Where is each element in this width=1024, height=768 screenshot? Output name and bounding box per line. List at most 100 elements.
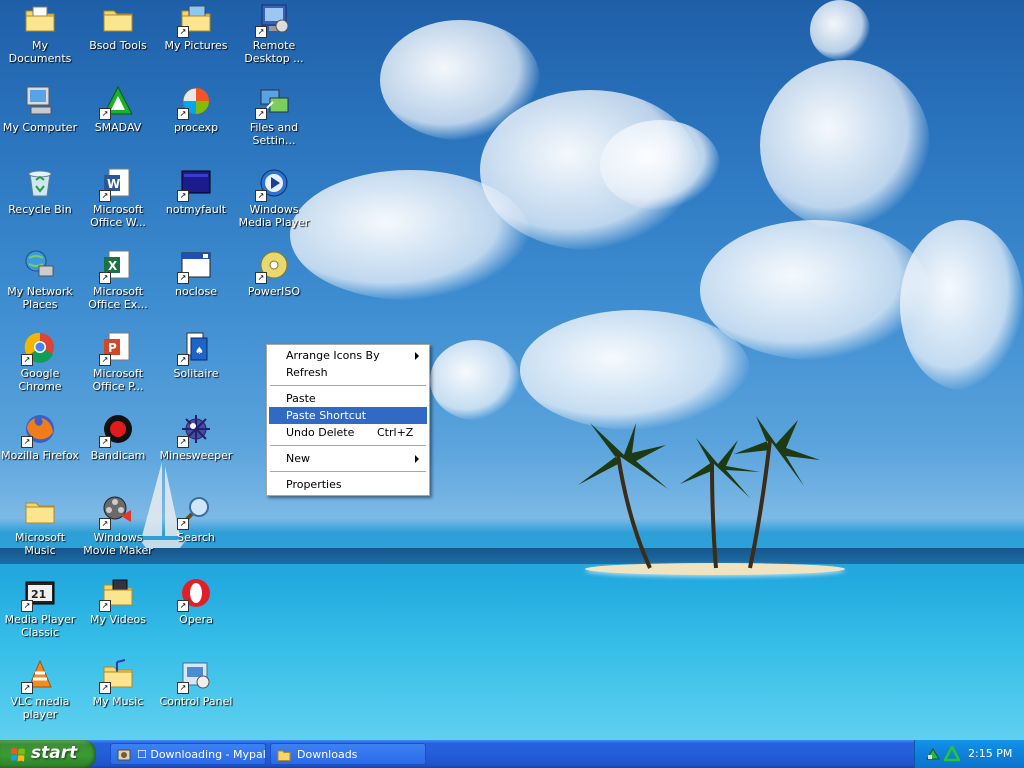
desktop-icon-smadav[interactable]: ↗ SMADAV [78, 82, 158, 162]
desktop-icon-movie-maker[interactable]: ↗ Windows Movie Maker [78, 492, 158, 572]
svg-text:21: 21 [31, 588, 46, 601]
desktop-icon-label: My Pictures [164, 39, 228, 52]
network-places-icon [23, 248, 57, 282]
my-videos-icon: ↗ [99, 576, 135, 612]
desktop-icon-mpc[interactable]: 21 ↗ Media Player Classic [0, 574, 80, 654]
my-pictures-icon: ↗ [177, 2, 213, 38]
my-computer-icon [23, 84, 57, 118]
my-documents-icon [23, 2, 57, 36]
desktop-icon-vlc[interactable]: ↗ VLC media player [0, 656, 80, 736]
menu-item-undo-delete[interactable]: Undo Delete Ctrl+Z [269, 424, 427, 441]
desktop-icon-label: procexp [173, 121, 219, 134]
submenu-arrow-icon [415, 455, 419, 463]
remote-desktop-icon: ↗ [255, 2, 291, 38]
desktop-icon-search[interactable]: ↗ Search [156, 492, 236, 572]
desktop-icon-chrome[interactable]: ↗ Google Chrome [0, 328, 80, 408]
desktop-icon-label: My Videos [89, 613, 147, 626]
control-panel-icon: ↗ [177, 658, 213, 694]
desktop-icon-label: Control Panel [159, 695, 233, 708]
desktop-icon-powerpoint[interactable]: P ↗ Microsoft Office P... [78, 328, 158, 408]
menu-item-paste[interactable]: Paste [269, 390, 427, 407]
files-settings-icon: ↗ [255, 84, 291, 120]
shortcut-arrow-icon: ↗ [99, 682, 111, 694]
shortcut-arrow-icon: ↗ [99, 272, 111, 284]
desktop-icon-label: Microsoft Office Ex... [88, 285, 148, 311]
taskbar-button-mypal[interactable]: ☐ Downloading - Mypal [110, 743, 266, 765]
desktop-icon-recycle-bin[interactable]: Recycle Bin [0, 164, 80, 244]
desktop-icon-remote-desktop[interactable]: ↗ Remote Desktop ... [234, 0, 314, 80]
desktop-icon-files-settings[interactable]: ↗ Files and Settin... [234, 82, 314, 162]
desktop-icon-firefox[interactable]: ↗ Mozilla Firefox [0, 410, 80, 490]
desktop-icon-control-panel[interactable]: ↗ Control Panel [156, 656, 236, 736]
desktop-icon-minesweeper[interactable]: ↗ Minesweeper [156, 410, 236, 490]
desktop-icon-bandicam[interactable]: ↗ Bandicam [78, 410, 158, 490]
desktop-icon-solitaire[interactable]: ♠ ↗ Solitaire [156, 328, 236, 408]
desktop-icon-network-places[interactable]: My Network Places [0, 246, 80, 326]
shortcut-arrow-icon: ↗ [99, 190, 111, 202]
menu-item-paste-shortcut[interactable]: Paste Shortcut [269, 407, 427, 424]
menu-item-arrange-icons-by[interactable]: Arrange Icons By [269, 347, 427, 364]
desktop-icon-my-videos[interactable]: ↗ My Videos [78, 574, 158, 654]
shortcut-arrow-icon: ↗ [177, 354, 189, 366]
svg-text:W: W [107, 177, 120, 191]
taskbar-button-label: ☐ Downloading - Mypal [137, 748, 266, 761]
desktop-icon-label: Bsod Tools [89, 39, 147, 52]
start-button[interactable]: start [0, 740, 96, 768]
notmyfault-icon: ↗ [177, 166, 213, 202]
taskbar-clock[interactable]: 2:15 PM [968, 747, 1012, 760]
tray-smadav-icon[interactable] [944, 746, 960, 762]
my-music-icon: ↗ [99, 658, 135, 694]
bandicam-icon: ↗ [99, 412, 135, 448]
menu-item-new[interactable]: New [269, 450, 427, 467]
vlc-icon: ↗ [21, 658, 57, 694]
desktop-icon-label: Media Player Classic [4, 613, 76, 639]
menu-item-refresh[interactable]: Refresh [269, 364, 427, 381]
menu-item-shortcut-key: Ctrl+Z [377, 426, 414, 439]
media-player-icon: ↗ [255, 166, 291, 202]
movie-maker-icon: ↗ [99, 494, 135, 530]
shortcut-arrow-icon: ↗ [177, 26, 189, 38]
desktop-icon-notmyfault[interactable]: ↗ notmyfault [156, 164, 236, 244]
opera-icon: ↗ [177, 576, 213, 612]
shortcut-arrow-icon: ↗ [177, 518, 189, 530]
shortcut-arrow-icon: ↗ [177, 108, 189, 120]
desktop-icon-label: noclose [174, 285, 218, 298]
shortcut-arrow-icon: ↗ [21, 600, 33, 612]
desktop-icon-poweriso[interactable]: ↗ PowerISO [234, 246, 314, 326]
taskbar: start ☐ Downloading - Mypal Downloads 2:… [0, 740, 1024, 768]
desktop-icon-label: SMADAV [94, 121, 142, 134]
shortcut-arrow-icon: ↗ [177, 436, 189, 448]
desktop-icon-label: Solitaire [173, 367, 219, 380]
desktop-icon-folder[interactable]: Microsoft Music [0, 492, 80, 572]
search-icon: ↗ [177, 494, 213, 530]
desktop-icon-label: Remote Desktop ... [244, 39, 304, 65]
desktop-icon-my-music[interactable]: ↗ My Music [78, 656, 158, 736]
tray-network-icon[interactable] [925, 746, 941, 762]
desktop-icon-opera[interactable]: ↗ Opera [156, 574, 236, 654]
desktop-icon-label: Mozilla Firefox [1, 449, 79, 462]
taskbar-button-downloads[interactable]: Downloads [270, 743, 426, 765]
shortcut-arrow-icon: ↗ [255, 272, 267, 284]
menu-item-properties[interactable]: Properties [269, 476, 427, 493]
menu-separator [270, 471, 426, 472]
desktop-icon-label: Files and Settin... [249, 121, 299, 147]
desktop-context-menu: Arrange Icons By Refresh Paste Paste Sho… [266, 344, 430, 496]
start-button-label: start [31, 743, 78, 763]
solitaire-icon: ♠ ↗ [177, 330, 213, 366]
menu-item-label: Properties [286, 478, 342, 491]
desktop-icon-word[interactable]: W ↗ Microsoft Office W... [78, 164, 158, 244]
desktop-icon-my-computer[interactable]: My Computer [0, 82, 80, 162]
shortcut-arrow-icon: ↗ [99, 436, 111, 448]
desktop-icon-label: PowerISO [247, 285, 301, 298]
desktop-icon-label: Minesweeper [159, 449, 233, 462]
desktop-icon-window[interactable]: ↗ noclose [156, 246, 236, 326]
desktop-icon-label: My Documents [8, 39, 72, 65]
desktop-icon-folder[interactable]: Bsod Tools [78, 0, 158, 80]
desktop-icon-label: My Music [92, 695, 144, 708]
desktop-icon-my-documents[interactable]: My Documents [0, 0, 80, 80]
desktop-icon-my-pictures[interactable]: ↗ My Pictures [156, 0, 236, 80]
excel-icon: X ↗ [99, 248, 135, 284]
desktop-icon-media-player[interactable]: ↗ Windows Media Player [234, 164, 314, 244]
desktop-icon-excel[interactable]: X ↗ Microsoft Office Ex... [78, 246, 158, 326]
desktop-icon-procexp[interactable]: ↗ procexp [156, 82, 236, 162]
